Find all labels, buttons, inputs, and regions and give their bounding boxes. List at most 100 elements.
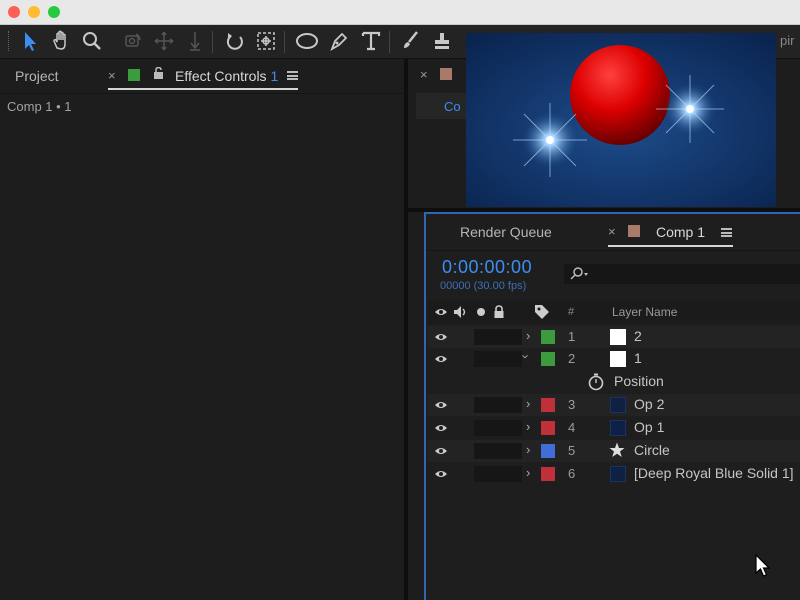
property-row[interactable]: Position (428, 371, 800, 393)
switch-cell[interactable] (474, 329, 522, 345)
selection-tool-icon[interactable] (17, 28, 43, 54)
layer-number: 6 (568, 466, 576, 481)
layer-name[interactable]: Op 2 (634, 396, 664, 412)
anchor-point-tool-icon[interactable] (253, 28, 279, 54)
zoom-window-button[interactable] (48, 6, 60, 18)
visibility-eye-icon[interactable] (434, 332, 448, 342)
layer-name[interactable]: 2 (634, 328, 642, 344)
panel-menu-icon[interactable] (287, 71, 298, 80)
dolly-tool-icon[interactable] (182, 28, 208, 54)
tab-project[interactable]: Project (15, 68, 59, 84)
layer-source-icon (610, 397, 626, 413)
layer-name[interactable]: 1 (634, 350, 642, 366)
zoom-tool-icon[interactable] (79, 28, 105, 54)
switch-cell[interactable] (474, 443, 522, 459)
workspace-label-fragment[interactable]: pir (780, 33, 794, 48)
effect-controls-title: Effect Controls (175, 68, 267, 84)
panel-divider (426, 250, 800, 251)
panel-menu-icon[interactable] (721, 228, 732, 237)
label-tag-icon[interactable] (534, 304, 550, 320)
visibility-eye-icon[interactable] (434, 354, 448, 364)
expand-chevron-icon[interactable]: › (526, 328, 530, 343)
effect-controls-count: 1 (270, 68, 279, 84)
visibility-eye-icon[interactable] (434, 400, 448, 410)
unlock-icon[interactable] (153, 66, 164, 79)
current-time-display[interactable]: 0:00:00:00 (442, 257, 532, 278)
layer-row[interactable]: › 4 Op 1 (428, 417, 800, 439)
panel-divider (0, 93, 404, 94)
collapse-chevron-icon[interactable]: › (519, 354, 534, 358)
pan-behind-tool-icon[interactable] (151, 28, 177, 54)
column-header-number: # (568, 306, 575, 318)
layer-row[interactable]: › 5 Circle (428, 440, 800, 462)
toolbar-separator (389, 31, 390, 53)
close-window-button[interactable] (8, 6, 20, 18)
expand-chevron-icon[interactable]: › (526, 419, 530, 434)
close-icon[interactable]: × (420, 67, 428, 82)
comp-color-swatch (440, 68, 452, 80)
layer-number: 4 (568, 420, 576, 435)
layer-source-icon (610, 351, 626, 367)
lock-icon[interactable] (493, 305, 505, 319)
ellipse-tool-icon[interactable] (294, 28, 320, 54)
orbit-camera-tool-icon[interactable] (120, 28, 146, 54)
viewer-tab[interactable]: Co (416, 93, 468, 119)
layer-name[interactable]: Circle (634, 442, 670, 458)
shape-layer-star-icon (609, 442, 625, 457)
visibility-eye-icon[interactable] (434, 469, 448, 479)
minimize-window-button[interactable] (28, 6, 40, 18)
switch-cell[interactable] (474, 466, 522, 482)
switch-cell[interactable] (474, 420, 522, 436)
expand-chevron-icon[interactable]: › (526, 465, 530, 480)
search-icon (570, 267, 588, 280)
layer-search-input[interactable] (564, 264, 800, 284)
expand-chevron-icon[interactable]: › (526, 442, 530, 457)
expand-chevron-icon[interactable]: › (526, 396, 530, 411)
switch-cell[interactable] (474, 397, 522, 413)
layer-label-color[interactable] (541, 330, 555, 344)
layer-row[interactable]: › 3 Op 2 (428, 394, 800, 416)
layer-name[interactable]: [Deep Royal Blue Solid 1] (634, 465, 794, 481)
video-eye-icon[interactable] (434, 307, 448, 317)
layer-row[interactable]: › 1 2 (428, 326, 800, 348)
layer-label-color[interactable] (541, 467, 555, 481)
mouse-cursor-icon (755, 554, 771, 577)
clone-stamp-tool-icon[interactable] (429, 28, 455, 54)
property-name[interactable]: Position (614, 373, 664, 389)
visibility-eye-icon[interactable] (434, 423, 448, 433)
visibility-eye-icon[interactable] (434, 446, 448, 456)
viewer-tab-label: Co (444, 99, 461, 114)
stopwatch-icon[interactable] (588, 373, 604, 391)
solo-icon[interactable] (477, 308, 485, 316)
brush-tool-icon[interactable] (397, 28, 423, 54)
close-icon[interactable]: × (608, 224, 616, 239)
tab-comp-1[interactable]: Comp 1 (656, 224, 705, 240)
tab-render-queue[interactable]: Render Queue (460, 224, 552, 240)
column-header-layer-name[interactable]: Layer Name (612, 305, 677, 319)
left-panel: Project × Effect Controls 1 Comp 1 • 1 (0, 59, 404, 600)
timeline-panel: Render Queue × Comp 1 0:00:00:00 00000 (… (424, 212, 800, 600)
layer-label-color[interactable] (541, 352, 555, 366)
hand-tool-icon[interactable] (48, 28, 74, 54)
layer-row[interactable]: › 6 [Deep Royal Blue Solid 1] (428, 463, 800, 485)
rotation-tool-icon[interactable] (222, 28, 248, 54)
layer-number: 5 (568, 443, 576, 458)
effect-controls-color-swatch (128, 69, 140, 81)
audio-speaker-icon[interactable] (453, 305, 469, 319)
toolbar-grip[interactable] (8, 31, 12, 51)
layer-row[interactable]: › 2 1 (428, 348, 800, 370)
layer-label-color[interactable] (541, 444, 555, 458)
layer-label-color[interactable] (541, 398, 555, 412)
frame-count: 00000 (30.00 fps) (440, 280, 527, 292)
composition-preview[interactable] (466, 33, 776, 207)
layer-label-color[interactable] (541, 421, 555, 435)
switch-cell[interactable] (474, 351, 522, 367)
layer-name[interactable]: Op 1 (634, 419, 664, 435)
layer-header-row: # Layer Name (428, 300, 800, 324)
active-tab-underline (108, 88, 298, 90)
pen-tool-icon[interactable] (326, 28, 352, 54)
tab-effect-controls[interactable]: Effect Controls 1 (175, 68, 278, 84)
close-icon[interactable]: × (108, 68, 116, 83)
type-tool-icon[interactable] (358, 28, 384, 54)
layer-source-icon (610, 420, 626, 436)
